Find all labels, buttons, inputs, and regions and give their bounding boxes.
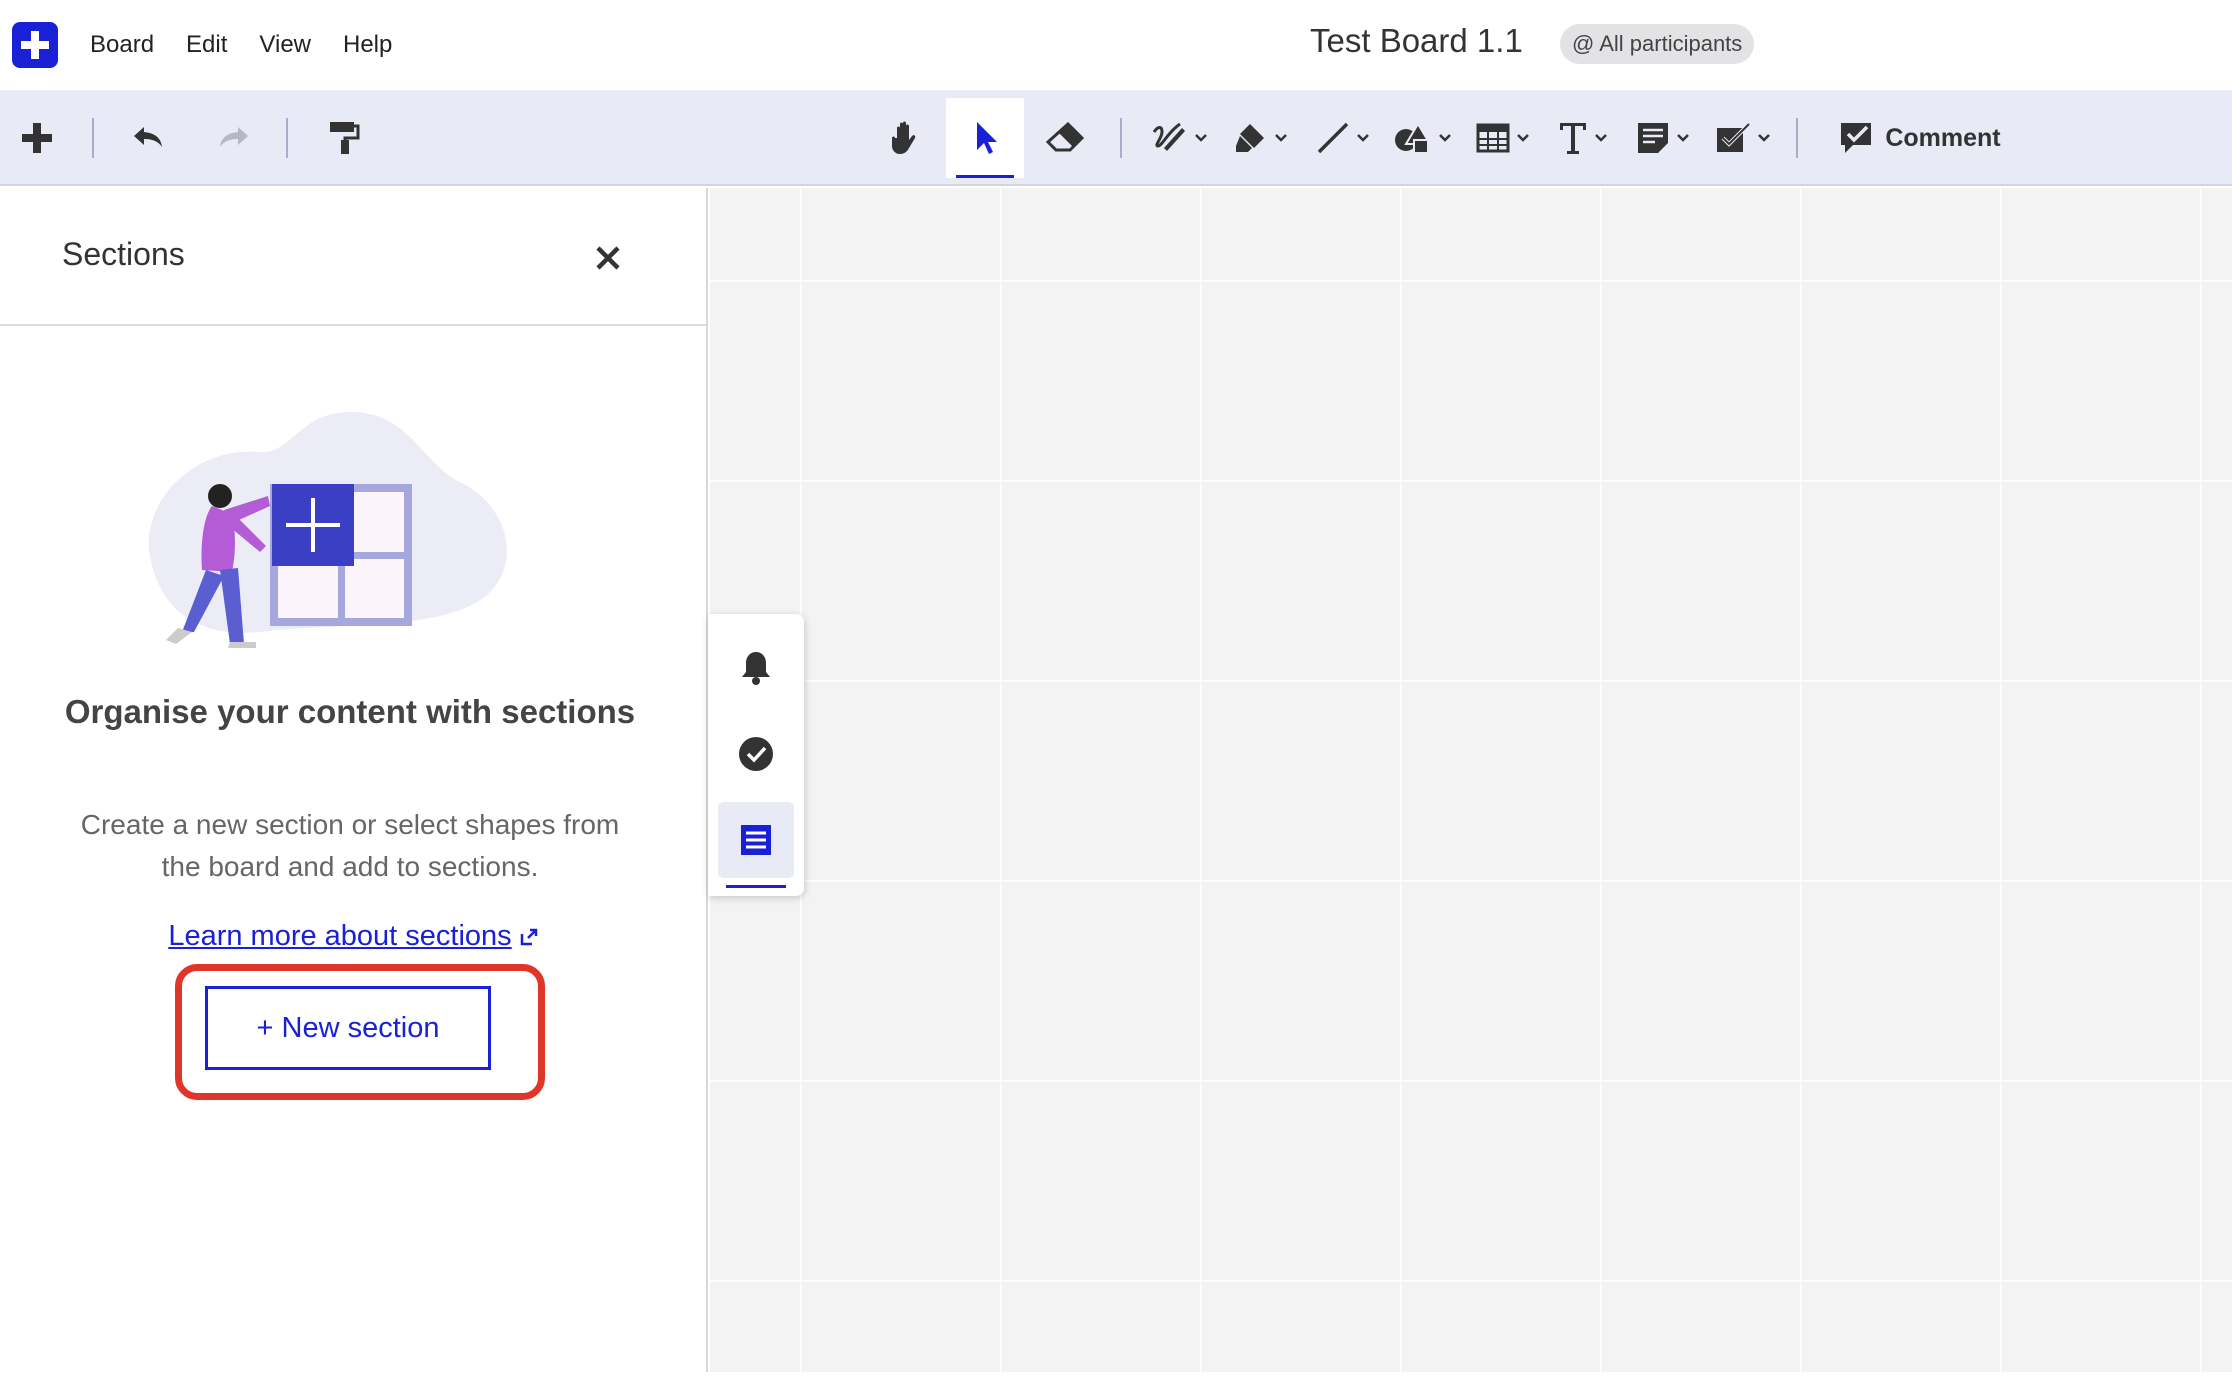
comment-button[interactable]: Comment <box>1830 90 2010 186</box>
pen-icon <box>1152 122 1185 151</box>
undo-icon <box>134 127 162 147</box>
sections-list-icon <box>741 825 771 855</box>
menu-help[interactable]: Help <box>343 31 392 59</box>
select-tool[interactable] <box>946 98 1024 178</box>
chevron-down-icon <box>1439 134 1451 142</box>
checkbox-icon <box>1717 122 1751 152</box>
line-tool[interactable] <box>1306 90 1380 186</box>
hand-tool[interactable] <box>876 90 936 186</box>
external-link-icon <box>520 921 538 954</box>
board-title[interactable]: Test Board 1.1 <box>1310 22 1523 60</box>
text-icon <box>1560 123 1586 154</box>
menu-bar: Board Edit View Help Test Board 1.1 @ Al… <box>0 0 2232 90</box>
chevron-down-icon <box>1195 134 1207 142</box>
app-logo-icon[interactable] <box>12 22 58 68</box>
new-section-button[interactable]: + New section <box>205 986 491 1070</box>
checklist-tool[interactable] <box>1706 90 1780 186</box>
sections-panel: Sections Organise your content with sect… <box>0 188 708 1372</box>
plus-icon <box>22 123 52 153</box>
menu-view[interactable]: View <box>259 31 311 59</box>
chevron-down-icon <box>1517 134 1529 142</box>
sections-panel-title: Sections <box>62 236 185 272</box>
shapes-tool[interactable] <box>1386 90 1460 186</box>
menu-board[interactable]: Board <box>90 31 154 59</box>
sections-panel-header: Sections <box>0 188 706 326</box>
format-painter-button[interactable] <box>318 90 370 186</box>
chevron-down-icon <box>1595 134 1607 142</box>
menu-edit[interactable]: Edit <box>186 31 227 59</box>
main-menu: Board Edit View Help <box>90 0 392 90</box>
chevron-down-icon <box>1758 134 1770 142</box>
close-icon[interactable] <box>590 240 626 276</box>
comment-label: Comment <box>1885 123 2001 152</box>
add-button[interactable] <box>10 90 64 186</box>
tasks-button[interactable] <box>718 716 794 792</box>
learn-more-link[interactable]: Learn more about sections <box>168 920 511 952</box>
comment-icon <box>1841 123 1872 153</box>
toolbar: Comment <box>0 90 2232 186</box>
paint-roller-icon <box>330 122 360 154</box>
participants-badge[interactable]: @ All participants <box>1560 24 1755 64</box>
pen-tool[interactable] <box>1142 90 1216 186</box>
sticky-note-icon <box>1638 123 1668 153</box>
side-dock <box>708 614 804 896</box>
check-circle-icon <box>739 737 773 771</box>
highlighter-tool[interactable] <box>1224 90 1298 186</box>
hand-icon <box>892 121 916 154</box>
bell-icon <box>742 652 770 685</box>
redo-icon <box>220 127 248 147</box>
table-tool[interactable] <box>1466 90 1540 186</box>
learn-more-row: Learn more about sections <box>0 920 706 954</box>
chevron-down-icon <box>1357 134 1369 142</box>
cursor-arrow-icon <box>977 122 997 154</box>
chevron-down-icon <box>1275 134 1287 142</box>
sticky-note-tool[interactable] <box>1626 90 1700 186</box>
sections-headline: Organise your content with sections <box>64 693 636 730</box>
chevron-down-icon <box>1677 134 1689 142</box>
highlighter-icon <box>1236 124 1264 152</box>
line-icon <box>1317 122 1349 154</box>
board-canvas[interactable] <box>710 188 2232 1372</box>
shapes-icon <box>1395 122 1432 154</box>
undo-button[interactable] <box>124 90 176 186</box>
sections-button[interactable] <box>718 802 794 888</box>
table-icon <box>1476 123 1510 153</box>
eraser-icon <box>1046 122 1084 152</box>
text-tool[interactable] <box>1546 90 1620 186</box>
eraser-tool[interactable] <box>1036 90 1094 186</box>
sections-description: Create a new section or select shapes fr… <box>80 809 620 882</box>
sections-illustration <box>140 406 560 660</box>
notifications-button[interactable] <box>718 630 794 706</box>
redo-button[interactable] <box>206 90 258 186</box>
